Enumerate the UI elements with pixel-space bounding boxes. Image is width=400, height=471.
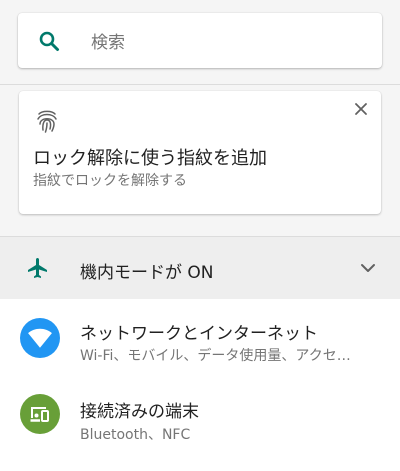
list-item-network[interactable]: ネットワークとインターネット Wi-Fi、モバイル、データ使用量、アクセ… bbox=[0, 299, 400, 383]
list-item-connected-devices[interactable]: 接続済みの端末 Bluetooth、NFC bbox=[0, 383, 400, 467]
close-icon[interactable] bbox=[351, 99, 371, 119]
search-icon bbox=[37, 29, 61, 53]
wifi-icon bbox=[20, 318, 60, 358]
airplane-icon bbox=[26, 256, 50, 280]
search-bar[interactable]: 検索 bbox=[18, 13, 382, 68]
fingerprint-icon bbox=[35, 108, 59, 134]
search-placeholder[interactable]: 検索 bbox=[91, 28, 125, 53]
card-summary: 指紋でロックを解除する bbox=[33, 173, 187, 189]
divider bbox=[0, 84, 400, 85]
suggestion-card[interactable]: ロック解除に使う指紋を追加 指紋でロックを解除する bbox=[19, 91, 381, 214]
settings-screen: 検索 ロック解除に使う指紋を追加 指紋でロックを解除する 機内モードが ON ネ… bbox=[0, 0, 400, 471]
search-area: 検索 bbox=[0, 0, 400, 84]
item-summary: Wi-Fi、モバイル、データ使用量、アクセ… bbox=[80, 348, 351, 364]
item-title: ネットワークとインターネット bbox=[80, 324, 318, 344]
card-title: ロック解除に使う指紋を追加 bbox=[33, 148, 267, 169]
devices-icon bbox=[20, 394, 60, 434]
item-summary: Bluetooth、NFC bbox=[80, 427, 191, 443]
settings-list: ネットワークとインターネット Wi-Fi、モバイル、データ使用量、アクセ… 接続… bbox=[0, 299, 400, 471]
item-title: 接続済みの端末 bbox=[80, 402, 199, 422]
airplane-mode-condition[interactable]: 機内モードが ON bbox=[0, 237, 400, 299]
condition-label: 機内モードが ON bbox=[80, 263, 214, 283]
chevron-down-icon[interactable] bbox=[358, 258, 378, 278]
